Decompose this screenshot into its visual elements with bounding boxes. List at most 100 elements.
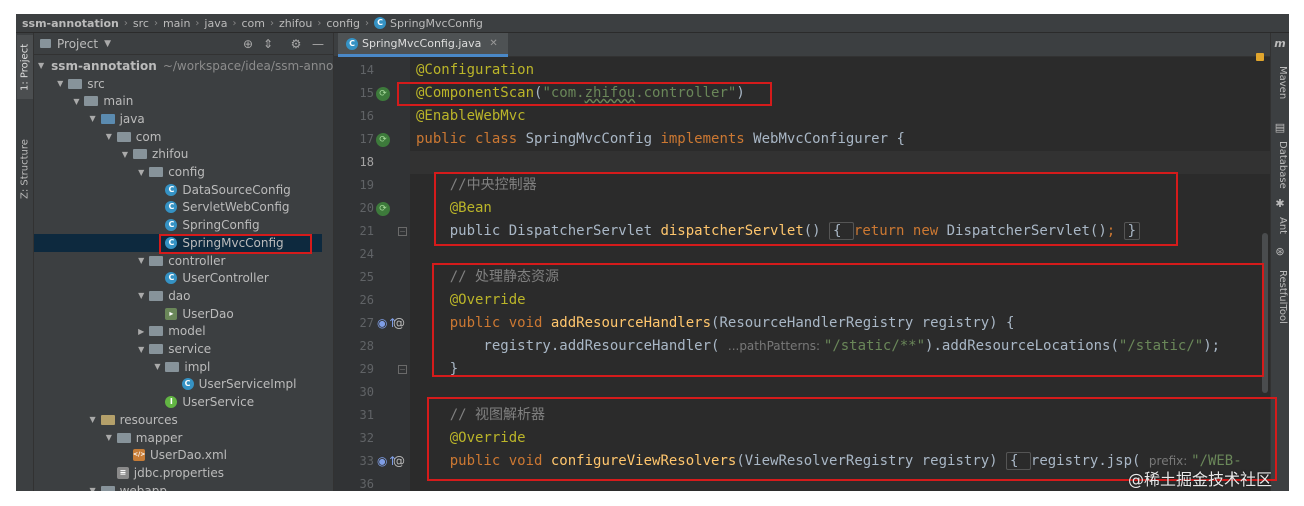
breadcrumb-item[interactable]: src (133, 17, 149, 30)
expanded-arrow-icon[interactable]: ▼ (38, 61, 44, 70)
breadcrumb-separator: › (123, 17, 128, 29)
tree-item[interactable]: ▶ model (34, 323, 322, 341)
code-token: SpringMvcConfig (525, 131, 661, 147)
annotation-icon[interactable]: @ (393, 454, 405, 468)
expanded-arrow-icon[interactable]: ▼ (135, 256, 147, 265)
tree-item[interactable]: ▼ ssm-annotation ~/workspace/idea/ssm-anno (34, 57, 333, 75)
mapper-icon: ▸ (165, 307, 178, 320)
tree-item-label: service (168, 342, 212, 357)
expanded-arrow-icon[interactable]: ▼ (135, 291, 147, 300)
breadcrumb-item[interactable]: main (163, 17, 190, 30)
expanded-arrow-icon[interactable]: ▼ (119, 150, 131, 159)
tree-item[interactable]: ▼ controller (34, 252, 322, 270)
expanded-arrow-icon[interactable]: ▼ (54, 79, 66, 88)
code-area[interactable]: @Configuration @ComponentScan("com.zhifou… (410, 57, 1270, 491)
tab-label: SpringMvcConfig.java (362, 37, 482, 50)
expanded-arrow-icon[interactable]: ▼ (135, 168, 147, 177)
maven-tool-tab[interactable]: Maven (1273, 53, 1288, 113)
folded-region[interactable]: { (1006, 452, 1031, 470)
spring-bean-icon[interactable]: ⟳ (376, 202, 390, 216)
code-token: ); (1203, 338, 1221, 354)
tree-item[interactable]: ▼ main (34, 92, 322, 110)
code-token: addResourceHandlers (550, 315, 712, 331)
tab-springmvcconfig[interactable]: C SpringMvcConfig.java ✕ (338, 33, 508, 57)
editor-scrollbar[interactable] (1262, 233, 1268, 393)
close-icon[interactable]: ✕ (489, 38, 497, 49)
tree-item[interactable]: I UserService (34, 393, 322, 411)
tree-item[interactable]: ▼ impl (34, 358, 322, 376)
fold-icon[interactable]: − (398, 227, 407, 236)
breadcrumb-item[interactable]: ssm-annotation (22, 17, 119, 30)
code-token: "com. (542, 85, 585, 101)
ant-tool-tab[interactable]: Ant (1273, 211, 1288, 241)
hide-panel-icon[interactable]: — (310, 36, 326, 52)
project-panel-title[interactable]: Project (57, 37, 98, 51)
restfultool-tool-tab[interactable]: RestfulTool (1273, 259, 1288, 335)
tree-item[interactable]: ▼ com (34, 128, 322, 146)
collapsed-arrow-icon[interactable]: ▶ (135, 327, 147, 336)
expanded-arrow-icon[interactable]: ▼ (151, 362, 163, 371)
breadcrumb-item[interactable]: zhifou (279, 17, 312, 30)
tree-item[interactable]: ▼ config (34, 163, 322, 181)
locate-icon[interactable]: ⊕ (240, 36, 256, 52)
tree-item-label: main (103, 94, 134, 109)
tree-item-label: UserServiceImpl (198, 377, 297, 392)
tree-item[interactable]: ▼ zhifou (34, 146, 322, 164)
folded-region[interactable]: } (1123, 222, 1141, 240)
line-number: 31 (359, 408, 374, 422)
fold-icon[interactable]: − (398, 365, 407, 374)
breadcrumb-item[interactable]: java (204, 17, 227, 30)
gear-icon[interactable]: ⚙ (288, 36, 304, 52)
package-icon (149, 255, 164, 266)
project-tool-tab[interactable]: 1: Project (17, 35, 33, 99)
spring-bean-icon[interactable]: ⟳ (376, 133, 390, 147)
tree-item[interactable]: C DataSourceConfig (34, 181, 322, 199)
tree-item[interactable]: ≡ jdbc.properties (34, 464, 322, 482)
tree-item[interactable]: </> UserDao.xml (34, 446, 322, 464)
expanded-arrow-icon[interactable]: ▼ (103, 132, 115, 141)
line-number: 30 (359, 385, 374, 399)
tree-item[interactable]: C SpringMvcConfig (34, 234, 322, 252)
class-icon: C (181, 378, 194, 391)
folder-icon (100, 485, 115, 491)
tree-item[interactable]: ▸ UserDao (34, 305, 322, 323)
structure-tool-tab[interactable]: Z: Structure (17, 133, 33, 205)
database-tool-tab[interactable]: Database (1273, 135, 1288, 195)
tree-item[interactable]: ▼ service (34, 340, 322, 358)
code-line: //中央控制器 (410, 174, 537, 197)
folder-icon (84, 96, 99, 107)
tree-item-label: UserController (182, 271, 269, 286)
expanded-arrow-icon[interactable]: ▼ (135, 345, 147, 354)
folded-region[interactable]: { (829, 222, 854, 240)
breadcrumb-item[interactable]: config (326, 17, 360, 30)
breadcrumb-item[interactable]: C SpringMvcConfig (374, 17, 483, 30)
tree-item[interactable]: ▼ mapper (34, 429, 322, 447)
collapse-all-icon[interactable]: ⇕ (260, 36, 276, 52)
tree-item[interactable]: C UserServiceImpl (34, 376, 322, 394)
expanded-arrow-icon[interactable]: ▼ (103, 433, 115, 442)
tree-item[interactable]: C ServletWebConfig (34, 199, 322, 217)
spring-bean-icon[interactable]: ⟳ (376, 87, 390, 101)
tree-item[interactable]: ▼ dao (34, 287, 322, 305)
annotation-icon[interactable]: @ (393, 316, 405, 330)
warning-marker[interactable] (1256, 53, 1264, 61)
expanded-arrow-icon[interactable]: ▼ (87, 114, 99, 123)
tree-item[interactable]: ▼ webapp (34, 482, 322, 491)
code-token: configureViewResolvers (550, 453, 737, 469)
tree-item-label: UserDao.xml (150, 448, 228, 463)
expanded-arrow-icon[interactable]: ▼ (87, 415, 99, 424)
tree-item[interactable]: ▼ java (34, 110, 322, 128)
chevron-down-icon[interactable]: ▼ (104, 39, 111, 49)
expanded-arrow-icon[interactable]: ▼ (70, 97, 82, 106)
tree-item[interactable]: ▼ resources (34, 411, 322, 429)
code-token: public void (449, 453, 551, 469)
tree-item-label: resources (119, 412, 178, 427)
tree-item[interactable]: C UserController (34, 269, 322, 287)
code-token: (ViewResolverRegistry registry) (736, 453, 1007, 469)
breadcrumb-item[interactable]: com (241, 17, 265, 30)
tree-item-label: java (119, 111, 145, 126)
expanded-arrow-icon[interactable]: ▼ (87, 486, 99, 491)
tree-item[interactable]: ▼ src (34, 75, 322, 93)
tree-item[interactable]: C SpringConfig (34, 216, 322, 234)
